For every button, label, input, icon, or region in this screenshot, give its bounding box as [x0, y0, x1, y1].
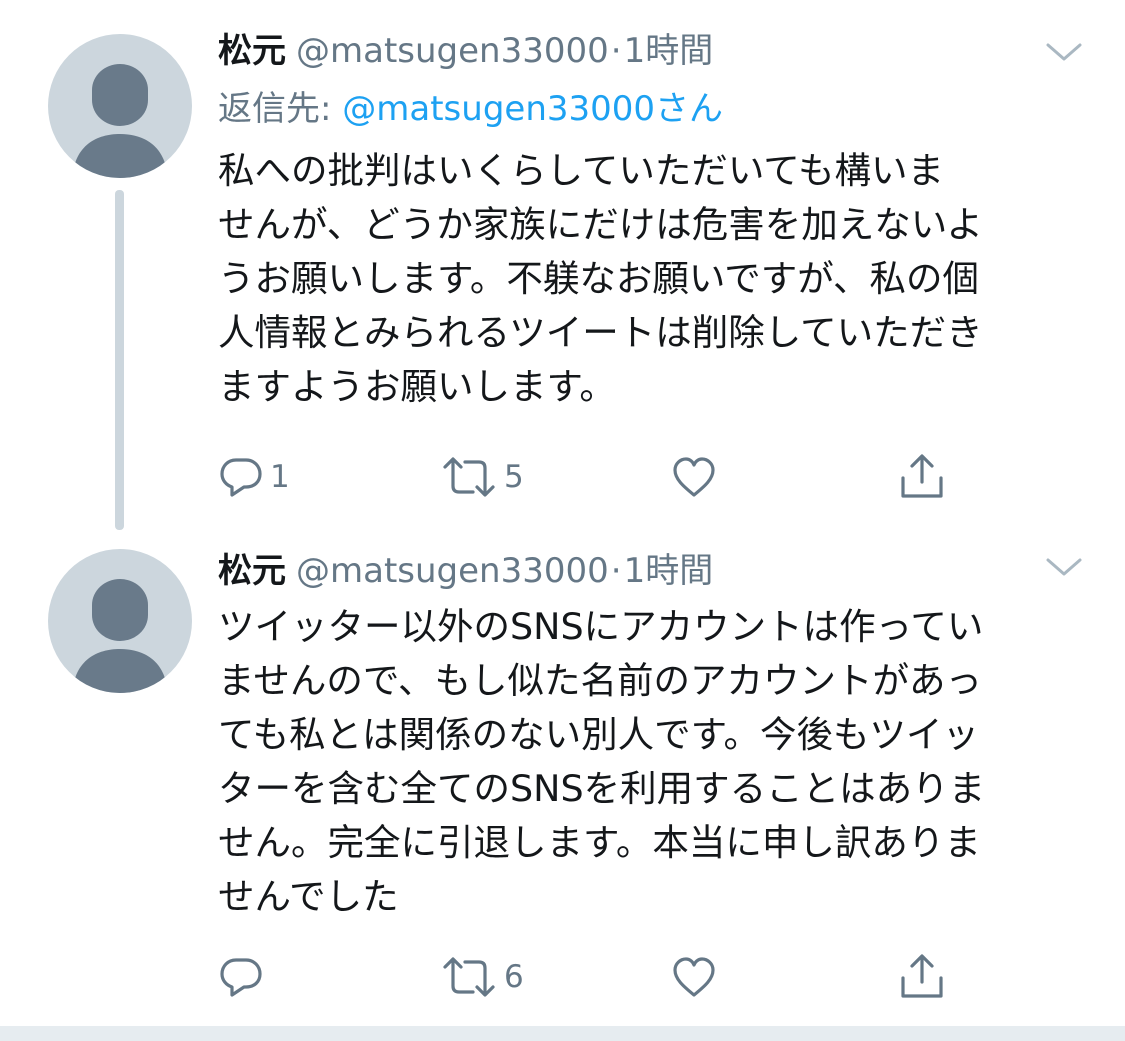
tweet-text-line: ますようお願いします。	[218, 365, 616, 408]
retweet-button[interactable]: 5	[440, 450, 524, 504]
tweet-thread: 松元 @matsugen33000·1時間 返信先: @matsugen33000…	[0, 0, 1125, 1041]
share-icon	[901, 454, 943, 498]
reply-to-prefix: 返信先:	[218, 89, 343, 129]
tweet-header: 松元 @matsugen33000·1時間	[218, 24, 1045, 78]
reply-bubble-icon	[220, 958, 262, 997]
tweet-menu-button[interactable]	[1043, 553, 1085, 581]
default-profile-icon	[72, 579, 168, 693]
tweet-text-line: せんでした	[218, 875, 399, 918]
tweet-text: 私への批判はいくらしていただいても構いま せんが、どうか家族にだけは危害を加えな…	[218, 144, 1045, 414]
tweet-text-line: せんが、どうか家族にだけは危害を加えないよ	[218, 203, 984, 246]
retweet-button[interactable]: 6	[440, 950, 524, 1004]
heart-icon	[673, 957, 715, 997]
like-button[interactable]	[670, 950, 724, 1004]
tweet-actions: 6	[218, 950, 978, 1004]
default-profile-icon	[72, 64, 168, 178]
tweet-text-line: うお願いします。不躾なお願いですが、私の個	[218, 257, 980, 300]
tweet-text-line: ても私とは関係のない別人です。今後もツイッ	[218, 713, 980, 756]
timestamp[interactable]: 1時間	[624, 551, 714, 591]
reply-button[interactable]	[218, 950, 270, 1004]
retweet-count: 5	[504, 459, 524, 495]
reply-bubble-icon	[220, 458, 262, 497]
separator-dot: ·	[610, 31, 622, 71]
tweet-text-line: せん。完全に引退します。本当に申し訳ありま	[218, 821, 981, 864]
tweet-menu-button[interactable]	[1043, 38, 1085, 66]
tweet-text-line: ツイッター以外のSNSにアカウントは作ってい	[218, 605, 984, 648]
tweet-header: 松元 @matsugen33000·1時間	[218, 544, 1045, 598]
reply-to-mention-link[interactable]: @matsugen33000さん	[342, 89, 723, 129]
author-name[interactable]: 松元	[218, 31, 286, 71]
tweet[interactable]: 松元 @matsugen33000·1時間 ツイッター以外のSNSにアカウントは作…	[0, 530, 1125, 1026]
author-handle[interactable]: @matsugen33000	[296, 551, 609, 591]
retweet-count: 6	[504, 959, 524, 995]
chevron-down-icon	[1046, 43, 1082, 61]
share-button[interactable]	[898, 950, 946, 1004]
share-button[interactable]	[898, 450, 946, 504]
reply-count: 1	[270, 459, 290, 495]
reply-to-line: 返信先: @matsugen33000さん	[218, 78, 1045, 140]
tweet-text-line: ターを含む全てのSNSを利用することはありま	[218, 767, 986, 810]
retweet-icon	[443, 957, 495, 997]
timestamp[interactable]: 1時間	[624, 31, 714, 71]
tweet[interactable]: 松元 @matsugen33000·1時間 返信先: @matsugen33000…	[0, 0, 1125, 530]
tweet-text-line: 人情報とみられるツイートは削除していただき	[218, 311, 983, 354]
section-divider	[0, 1026, 1125, 1041]
tweet-content: 松元 @matsugen33000·1時間 返信先: @matsugen33000…	[218, 24, 1045, 414]
share-icon	[901, 954, 943, 998]
tweet-text-line: ませんので、もし似た名前のアカウントがあっ	[218, 659, 982, 702]
tweet-actions: 1 5	[218, 450, 978, 504]
tweet-text-line: 私への批判はいくらしていただいても構いま	[218, 149, 944, 192]
avatar[interactable]	[48, 34, 192, 178]
avatar[interactable]	[48, 549, 192, 693]
retweet-icon	[443, 457, 495, 497]
tweet-text: ツイッター以外のSNSにアカウントは作ってい ませんので、もし似た名前のアカウン…	[218, 600, 1045, 924]
like-button[interactable]	[670, 450, 724, 504]
author-handle[interactable]: @matsugen33000	[296, 31, 609, 71]
tweet-content: 松元 @matsugen33000·1時間 ツイッター以外のSNSにアカウントは作…	[218, 544, 1045, 924]
reply-button[interactable]: 1	[218, 450, 290, 504]
thread-connector-line	[115, 190, 124, 530]
author-name[interactable]: 松元	[218, 551, 286, 591]
separator-dot: ·	[610, 551, 622, 591]
chevron-down-icon	[1046, 558, 1082, 576]
heart-icon	[673, 457, 715, 497]
